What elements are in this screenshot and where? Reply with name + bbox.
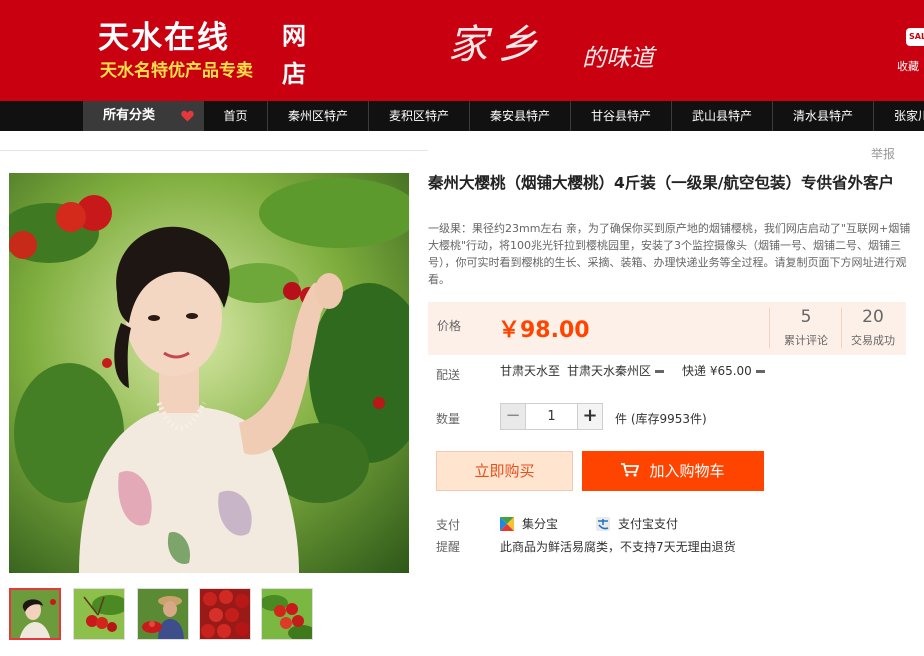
add-to-cart-label: 加入购物车 — [649, 462, 725, 480]
nav-item-qingshui[interactable]: 清水县特产 — [772, 101, 873, 131]
delivery-method-select[interactable]: 快递 ¥65.00 — [682, 362, 765, 379]
buy-now-button[interactable]: 立即购买 — [436, 451, 573, 491]
delivery-origin: 甘肃天水至 — [500, 364, 561, 378]
category-nav: 所有分类 首页 秦州区特产 麦积区特产 秦安县特产 甘谷县特产 武山县特产 清水… — [0, 101, 924, 131]
quantity-input[interactable]: 1 — [526, 403, 577, 430]
heart-icon — [181, 110, 194, 122]
delivery-method: 快递 ¥65.00 — [682, 364, 752, 378]
dropdown-icon — [755, 370, 765, 373]
nav-item-home[interactable]: 首页 — [203, 101, 267, 131]
site-logo-dian: 店 — [282, 59, 306, 88]
deals-label[interactable]: 交易成功 — [838, 332, 908, 348]
stock-info: 件 (库存9953件) — [615, 412, 707, 426]
all-categories-label: 所有分类 — [103, 108, 156, 123]
jifenbao-icon — [500, 516, 514, 531]
jifenbao-label: 集分宝 — [522, 517, 559, 531]
nav-item-qinan[interactable]: 秦安县特产 — [469, 101, 570, 131]
thumbnail-2[interactable] — [73, 588, 125, 640]
thumb-cherries-leaves-image — [262, 589, 312, 639]
cart-icon — [621, 463, 640, 477]
alipay-icon — [596, 516, 610, 531]
sale-icon[interactable]: SALE — [906, 28, 924, 46]
nav-item-zhangjiachuan[interactable]: 张家川 — [873, 101, 924, 131]
nav-item-maiji[interactable]: 麦积区特产 — [368, 101, 469, 131]
header-banner: 天水在线 网 店 天水名特优产品专卖 家乡 的味道 SALE 收藏 — [0, 0, 924, 101]
thumbnail-4[interactable] — [199, 588, 251, 640]
payment-label: 支付 — [436, 518, 461, 532]
payment-option-alipay[interactable]: 支付宝支付 — [596, 515, 678, 532]
thumb-woman-image — [11, 590, 59, 638]
product-photo-woman-cherries — [9, 173, 409, 573]
slogan-small: 的味道 — [582, 44, 654, 72]
notice-text: 此商品为鲜活易腐类，不支持7天无理由退货 — [500, 540, 736, 554]
product-title: 秦州大樱桃（烟铺大樱桃）4斤装（一级果/航空包装）专供省外客户 — [428, 174, 894, 192]
site-logo-wang: 网 — [282, 21, 306, 50]
nav-item-gangu[interactable]: 甘谷县特产 — [570, 101, 671, 131]
thumbnail-1[interactable] — [9, 588, 61, 640]
alipay-label: 支付宝支付 — [618, 517, 679, 531]
divider — [0, 150, 428, 151]
report-link[interactable]: 举报 — [871, 145, 895, 162]
payment-option-jifenbao[interactable]: 集分宝 — [500, 515, 558, 532]
nav-item-wushan[interactable]: 武山县特产 — [671, 101, 772, 131]
delivery-destination: 甘肃天水秦州区 — [567, 364, 652, 378]
thumb-farmer-image — [138, 589, 188, 639]
deals-count[interactable]: 20 — [838, 307, 908, 327]
delivery-destination-select[interactable]: 甘肃天水秦州区 — [567, 362, 665, 379]
thumbnail-3[interactable] — [137, 588, 189, 640]
thumbnail-5[interactable] — [261, 588, 313, 640]
thumb-cherries-branch-image — [74, 589, 124, 639]
price-label: 价格 — [437, 319, 462, 333]
notice-label: 提醒 — [436, 540, 461, 554]
dropdown-icon — [655, 370, 665, 373]
site-logo-subtitle: 天水名特优产品专卖 — [100, 61, 253, 81]
product-price: ￥98.00 — [498, 318, 590, 343]
reviews-count[interactable]: 5 — [771, 307, 841, 327]
main-product-image[interactable] — [9, 173, 409, 573]
reviews-label[interactable]: 累计评论 — [771, 332, 841, 348]
delivery-label: 配送 — [436, 368, 461, 382]
nav-item-qinzhou[interactable]: 秦州区特产 — [267, 101, 368, 131]
quantity-decrease-button[interactable]: − — [500, 403, 526, 430]
thumb-cherry-pile-image — [200, 589, 250, 639]
site-logo-title[interactable]: 天水在线 — [98, 12, 230, 57]
product-description: 一级果：果径约23mm左右 亲，为了确保你买到原产地的烟铺樱桃，我们网店启动了"… — [428, 222, 911, 286]
add-to-cart-button[interactable]: 加入购物车 — [582, 451, 764, 491]
stat-divider — [769, 308, 770, 348]
slogan-big: 家乡 — [448, 22, 548, 68]
quantity-label: 数量 — [436, 412, 461, 426]
favorite-link[interactable]: 收藏 — [897, 58, 919, 74]
quantity-increase-button[interactable]: + — [577, 403, 603, 430]
price-panel: 价格 ￥98.00 5 累计评论 20 交易成功 — [428, 302, 906, 355]
